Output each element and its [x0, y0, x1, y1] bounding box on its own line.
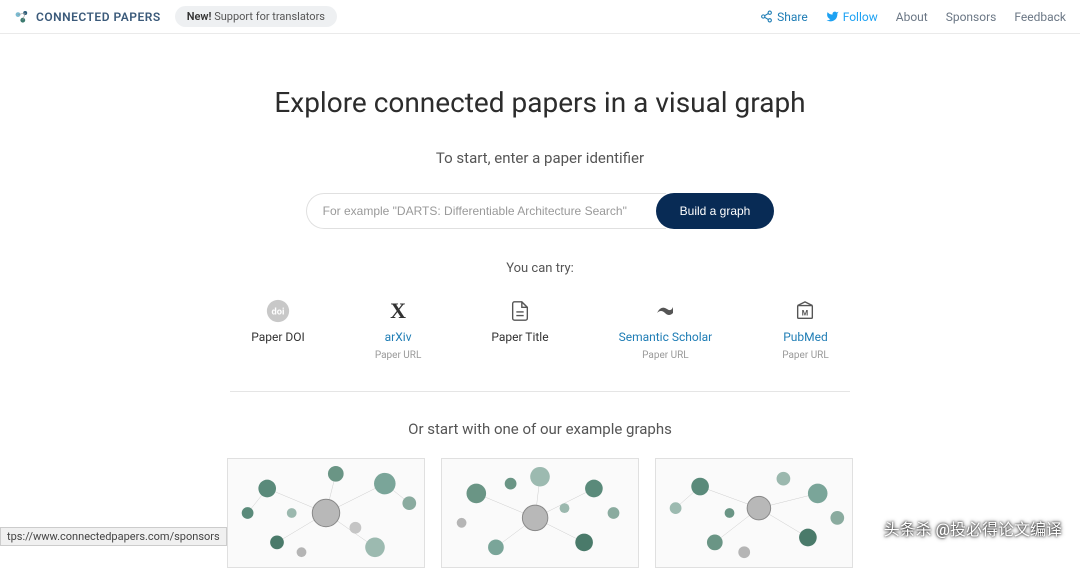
svg-text:doi: doi [272, 307, 285, 318]
sponsors-link[interactable]: Sponsors [946, 10, 997, 24]
try-row: doi Paper DOI X arXiv Paper URL Paper Ti… [0, 298, 1080, 361]
status-bar-url: tps://www.connectedpapers.com/sponsors [0, 527, 227, 546]
follow-link[interactable]: Follow [826, 10, 878, 24]
page-title: Explore connected papers in a visual gra… [0, 86, 1080, 119]
try-title: Paper Title [491, 330, 548, 344]
pubmed-icon: M [792, 298, 818, 324]
try-sub: Paper URL [375, 350, 422, 361]
try-item-doi[interactable]: doi Paper DOI [251, 298, 305, 361]
example-graph-3[interactable] [655, 458, 853, 568]
share-icon [760, 10, 773, 23]
watermark: 头条杀 @投必得论文编译 [884, 516, 1062, 540]
try-title: arXiv [385, 330, 412, 344]
examples-title: Or start with one of our example graphs [0, 420, 1080, 438]
try-title: PubMed [783, 330, 828, 344]
logo-icon [14, 9, 30, 25]
graph-thumbnail-icon [442, 459, 638, 567]
build-graph-button[interactable]: Build a graph [656, 193, 775, 229]
news-text: Support for translators [211, 10, 325, 23]
svg-text:M: M [802, 309, 808, 318]
try-item-title[interactable]: Paper Title [491, 298, 548, 361]
news-pill[interactable]: New! Support for translators [175, 6, 337, 27]
feedback-link[interactable]: Feedback [1014, 10, 1066, 24]
try-sub: Paper URL [642, 350, 689, 361]
header: CONNECTED PAPERS New! Support for transl… [0, 0, 1080, 34]
subtitle: To start, enter a paper identifier [0, 149, 1080, 167]
main: Explore connected papers in a visual gra… [0, 34, 1080, 568]
header-left: CONNECTED PAPERS New! Support for transl… [14, 6, 337, 27]
graph-thumbnail-icon [656, 459, 852, 567]
about-link[interactable]: About [896, 10, 928, 24]
example-graph-1[interactable] [227, 458, 425, 568]
doi-icon: doi [265, 298, 291, 324]
document-icon [507, 298, 533, 324]
try-sub: Paper URL [782, 350, 829, 361]
header-right: Share Follow About Sponsors Feedback [760, 10, 1066, 24]
graph-thumbnail-icon [228, 459, 424, 567]
scholar-icon [652, 298, 678, 324]
logo[interactable]: CONNECTED PAPERS [14, 9, 161, 25]
brand-text: CONNECTED PAPERS [36, 10, 161, 24]
try-item-pubmed[interactable]: M PubMed Paper URL [782, 298, 829, 361]
example-graph-2[interactable] [441, 458, 639, 568]
try-item-arxiv[interactable]: X arXiv Paper URL [375, 298, 422, 361]
search-row: Build a graph [0, 193, 1080, 229]
arxiv-icon: X [385, 298, 411, 324]
try-title: Paper DOI [251, 330, 305, 344]
news-prefix: New! [187, 10, 212, 23]
twitter-icon [826, 10, 839, 23]
share-label: Share [777, 10, 808, 24]
share-link[interactable]: Share [760, 10, 808, 24]
try-label: You can try: [0, 261, 1080, 276]
divider [230, 391, 850, 392]
search-input[interactable] [306, 193, 666, 229]
try-title: Semantic Scholar [619, 330, 713, 344]
examples-row [0, 458, 1080, 568]
try-item-semantic-scholar[interactable]: Semantic Scholar Paper URL [619, 298, 713, 361]
follow-label: Follow [843, 10, 878, 24]
